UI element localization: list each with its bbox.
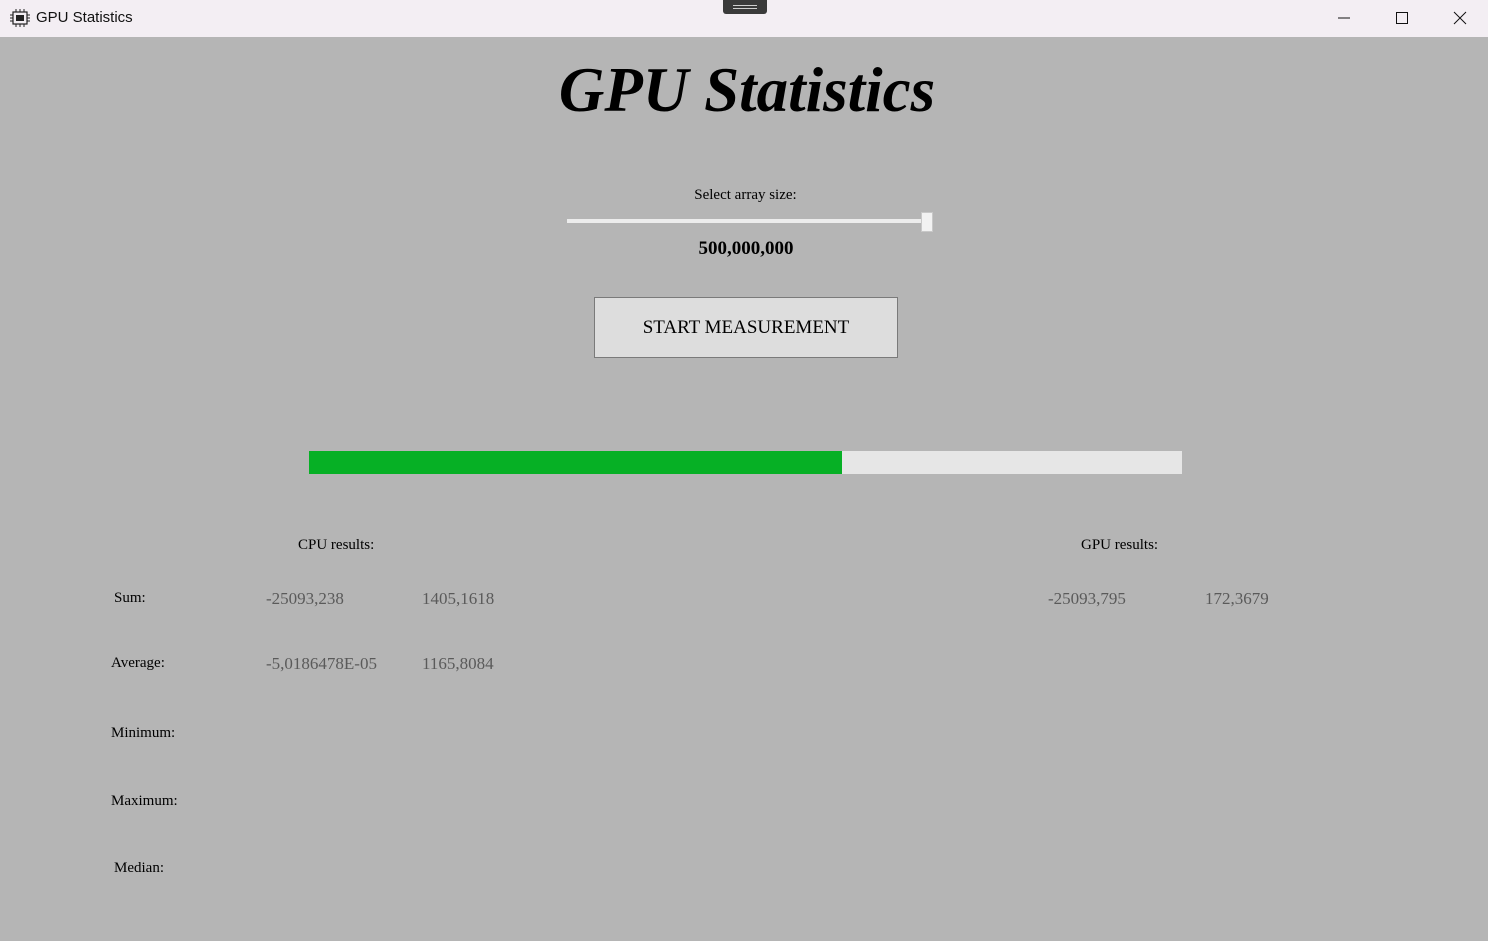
array-size-value: 500,000,000 <box>698 238 794 259</box>
maximize-button[interactable] <box>1373 0 1431 37</box>
minimize-button[interactable] <box>1315 0 1373 37</box>
array-size-label: Select array size: <box>694 187 797 203</box>
title-bar[interactable]: GPU Statistics <box>0 0 1488 37</box>
measurement-progress-bar <box>309 451 1182 474</box>
gpu-sum-time: 172,3679 <box>1205 589 1269 608</box>
cpu-sum-value: -25093,238 <box>266 589 344 608</box>
page-title: GPU Statistics <box>558 55 936 125</box>
row-label-median: Median: <box>114 860 164 876</box>
cpu-sum-time: 1405,1618 <box>422 589 495 608</box>
start-measurement-button[interactable]: START MEASUREMENT <box>594 297 898 358</box>
gpu-sum-value: -25093,795 <box>1048 589 1126 608</box>
cpu-average-value: -5,0186478E-05 <box>266 654 377 673</box>
cpu-results-header: CPU results: <box>298 537 375 553</box>
row-label-sum: Sum: <box>114 590 146 606</box>
chip-icon <box>9 9 31 27</box>
gpu-results-header: GPU results: <box>1081 537 1159 553</box>
window-title: GPU Statistics <box>36 9 133 26</box>
row-label-minimum: Minimum: <box>111 725 176 741</box>
snap-grip-handle[interactable] <box>723 0 767 14</box>
progress-fill <box>309 451 842 474</box>
close-button[interactable] <box>1431 0 1488 37</box>
row-label-average: Average: <box>111 655 165 671</box>
maximize-icon <box>1396 12 1408 24</box>
row-label-maximum: Maximum: <box>111 793 178 809</box>
minimize-icon <box>1338 17 1350 19</box>
close-icon <box>1453 11 1467 25</box>
cpu-average-time: 1165,8084 <box>422 654 494 673</box>
array-size-slider-thumb[interactable] <box>921 212 934 232</box>
array-size-slider-track[interactable] <box>567 219 927 223</box>
